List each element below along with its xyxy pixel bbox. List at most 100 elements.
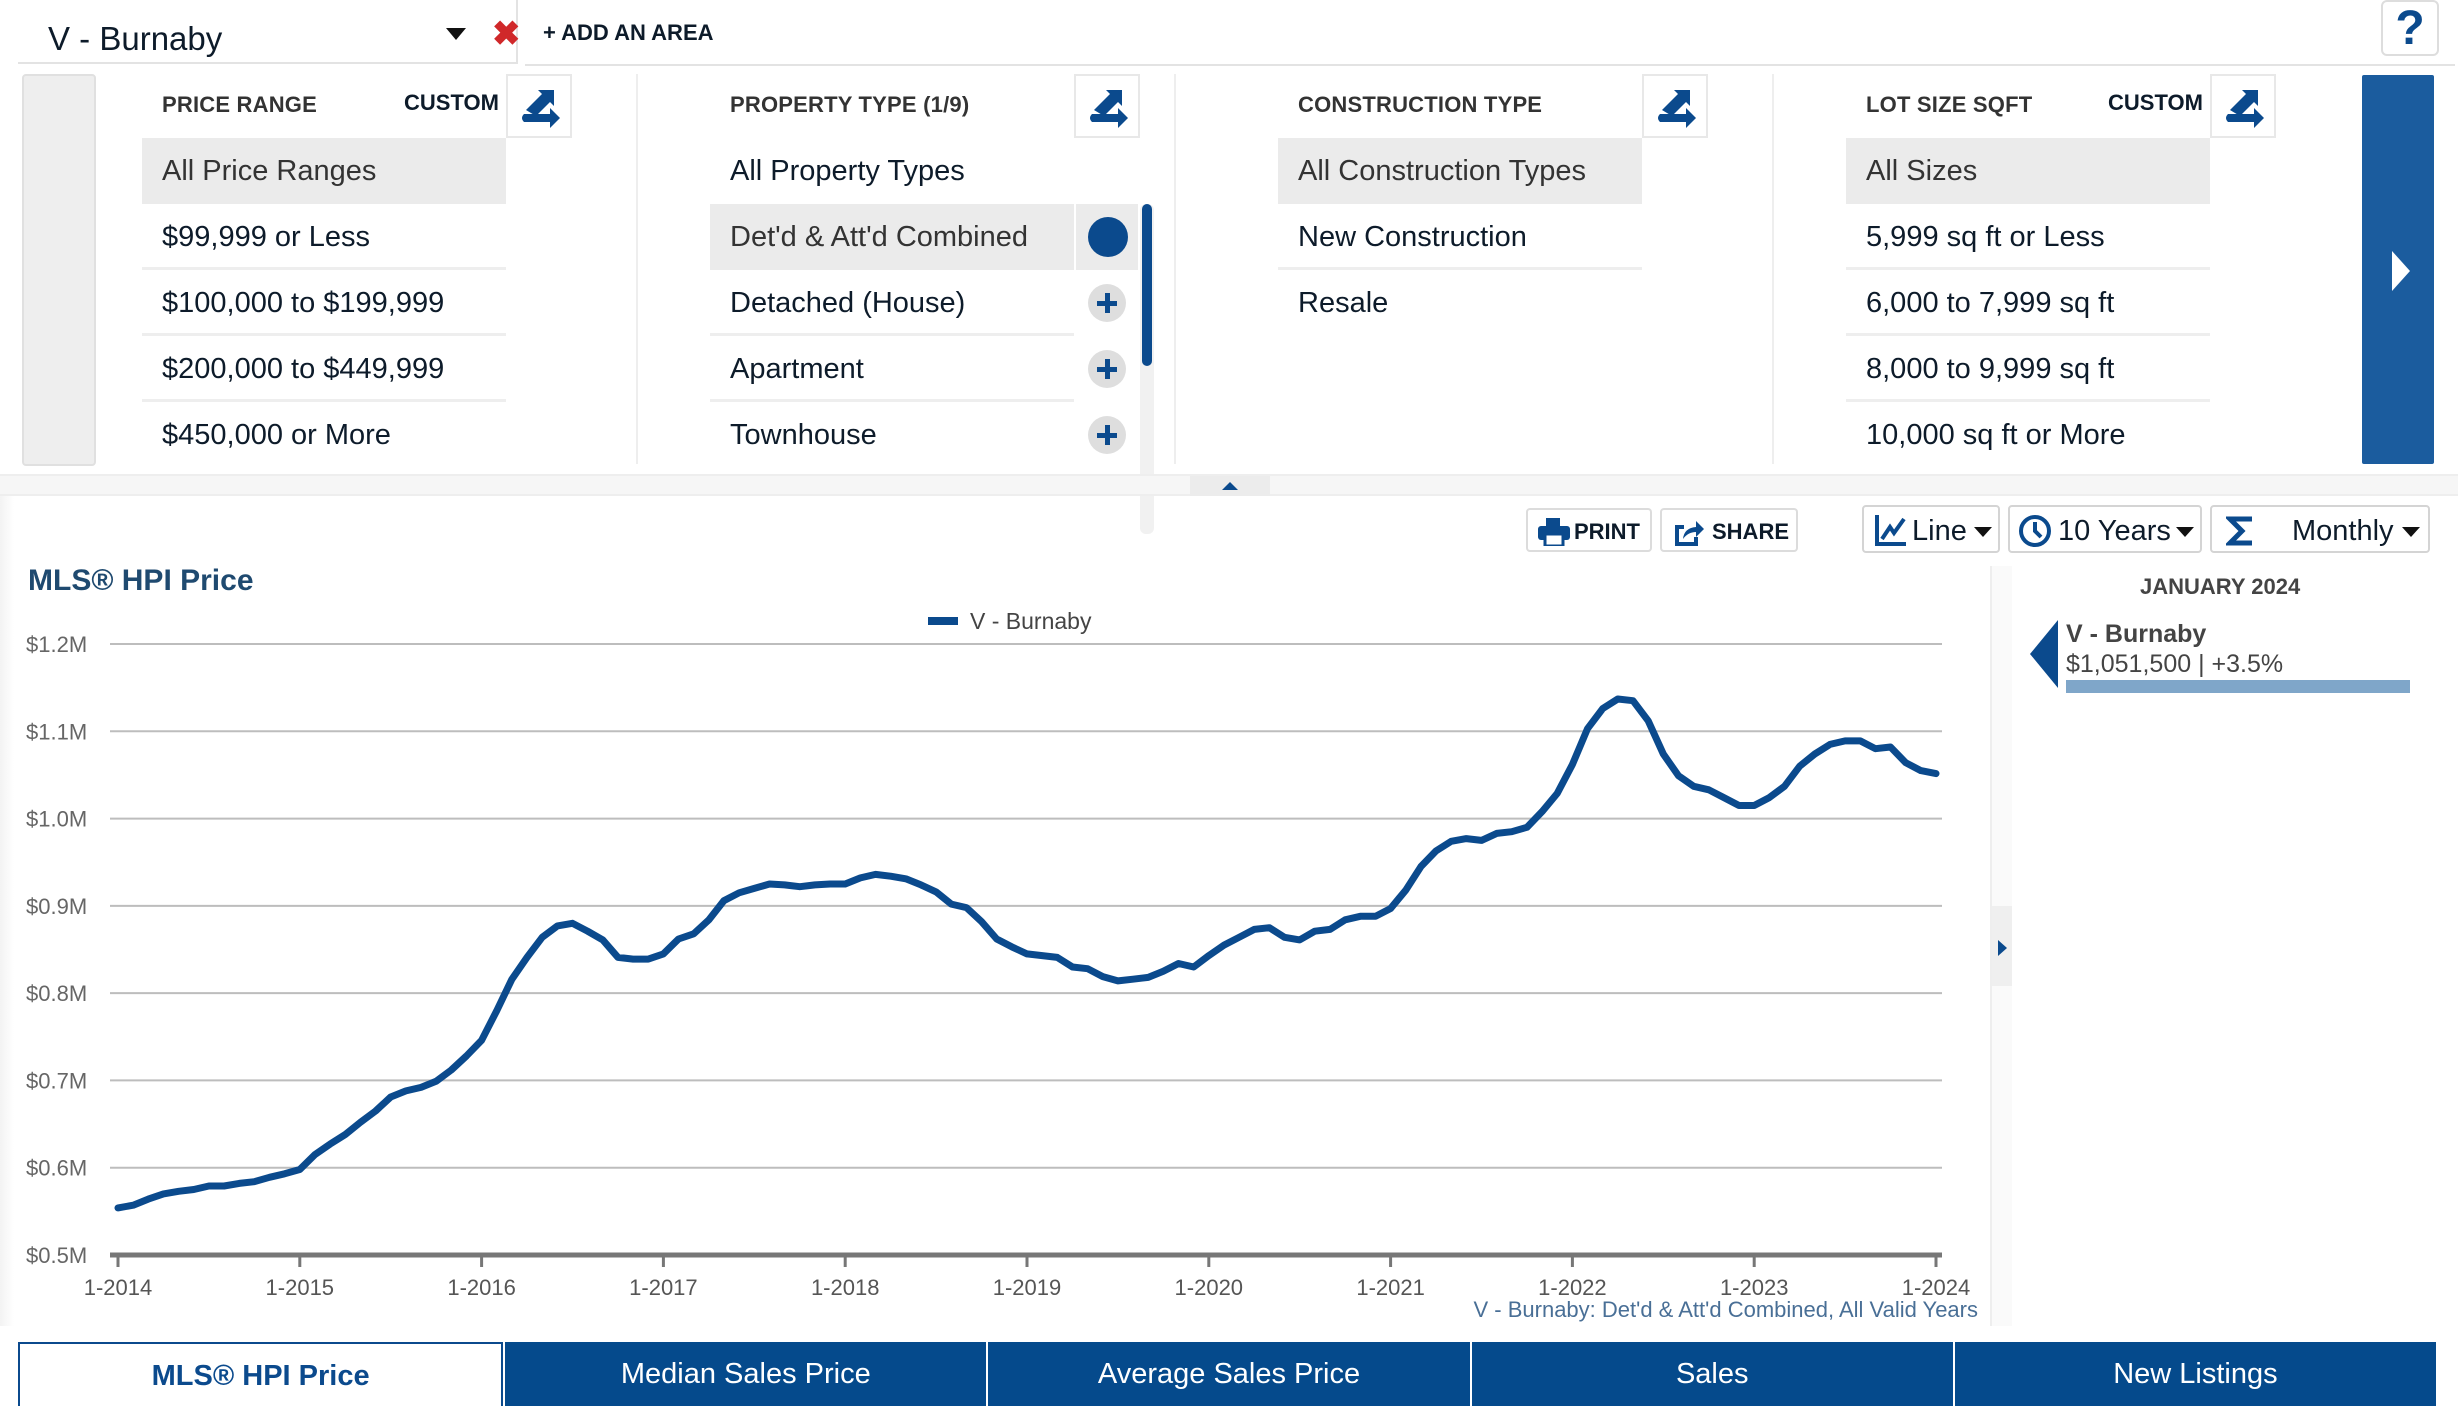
info-value: $1,051,500 | +3.5% bbox=[2066, 650, 2284, 678]
tab-mls-hpi-price[interactable]: MLS® HPI Price bbox=[18, 1342, 504, 1406]
filter-lot-size: LOT SIZE SQFT CUSTOM All Sizes 5,999 sq … bbox=[1846, 66, 2326, 466]
plus-icon[interactable] bbox=[1088, 284, 1126, 322]
x-tick-label: 1-2016 bbox=[447, 1275, 516, 1300]
legend-swatch bbox=[928, 617, 958, 625]
filter-prev-handle[interactable] bbox=[22, 74, 96, 466]
option-label: $100,000 to $199,999 bbox=[162, 287, 445, 319]
sort-order-button[interactable] bbox=[2210, 74, 2276, 138]
print-label: PRINT bbox=[1574, 519, 1640, 544]
filter-option[interactable]: $99,999 or Less bbox=[142, 204, 506, 270]
area-selector[interactable]: V - Burnaby ✖ bbox=[18, 0, 521, 64]
tab-median-sales-price[interactable]: Median Sales Price bbox=[503, 1342, 987, 1406]
x-tick-label: 1-2021 bbox=[1356, 1275, 1425, 1300]
pointer-icon bbox=[2030, 620, 2058, 688]
filter-option[interactable]: New Construction bbox=[1278, 204, 1642, 270]
x-tick-label: 1-2017 bbox=[629, 1275, 698, 1300]
add-area-label: + ADD AN AREA bbox=[543, 20, 714, 45]
info-panel-toggle[interactable] bbox=[1990, 566, 2012, 1326]
filter-option[interactable]: All Property Types bbox=[710, 138, 1074, 204]
filter-construction-type: CONSTRUCTION TYPE All Construction Types… bbox=[1278, 66, 1774, 466]
option-label: $200,000 to $449,999 bbox=[162, 353, 445, 385]
chevron-up-icon bbox=[1222, 482, 1238, 490]
filter-option-selected[interactable]: Det'd & Att'd Combined bbox=[710, 204, 1138, 270]
filter-option[interactable]: $200,000 to $449,999 bbox=[142, 336, 506, 402]
custom-lot-size-button[interactable]: CUSTOM bbox=[2108, 90, 2203, 116]
custom-price-button[interactable]: CUSTOM bbox=[404, 90, 499, 116]
help-button[interactable]: ? bbox=[2381, 0, 2439, 56]
share-button[interactable]: SHARE bbox=[1660, 508, 1798, 552]
option-label: All Property Types bbox=[730, 155, 965, 187]
option-label: 5,999 sq ft or Less bbox=[1866, 221, 2105, 253]
sort-order-button[interactable] bbox=[1074, 74, 1140, 138]
sort-order-button[interactable] bbox=[1642, 74, 1708, 138]
chevron-right-icon bbox=[2392, 251, 2410, 291]
metric-tabs: MLS® HPI Price Median Sales Price Averag… bbox=[18, 1342, 2437, 1406]
tab-new-listings[interactable]: New Listings bbox=[1952, 1342, 2437, 1406]
divider bbox=[1772, 74, 1774, 464]
filter-option[interactable]: All Price Ranges bbox=[142, 138, 506, 204]
series-line-v-burnaby[interactable] bbox=[114, 695, 1940, 1212]
option-label: New Construction bbox=[1298, 221, 1527, 253]
filter-options: All Construction Types New Construction … bbox=[1278, 138, 1642, 336]
y-tick-label: $0.7M bbox=[26, 1068, 87, 1093]
selected-dot-icon[interactable] bbox=[1088, 217, 1128, 257]
clock-icon bbox=[2019, 515, 2051, 547]
period-select[interactable]: 10 Years bbox=[2008, 505, 2202, 553]
chart-type-select[interactable]: Line bbox=[1862, 505, 2000, 553]
filter-options: All Sizes 5,999 sq ft or Less 6,000 to 7… bbox=[1846, 138, 2210, 468]
filter-option[interactable]: Apartment bbox=[710, 336, 1126, 402]
filter-option[interactable]: 8,000 to 9,999 sq ft bbox=[1846, 336, 2210, 402]
option-label: All Sizes bbox=[1866, 155, 1978, 187]
collapse-filters-button[interactable] bbox=[1190, 476, 1270, 496]
x-tick-label: 1-2019 bbox=[993, 1275, 1062, 1300]
scrollbar-thumb[interactable] bbox=[1142, 204, 1152, 366]
share-icon bbox=[1675, 521, 1704, 546]
swap-arrows-icon bbox=[1658, 90, 1696, 128]
top-bar: V - Burnaby ✖ + ADD AN AREA ? bbox=[0, 0, 2458, 66]
share-label: SHARE bbox=[1712, 519, 1790, 544]
chevron-down-icon[interactable] bbox=[446, 28, 466, 40]
tab-average-sales-price[interactable]: Average Sales Price bbox=[986, 1342, 1470, 1406]
grid-lines bbox=[110, 643, 1942, 1169]
line-chart-icon bbox=[1875, 515, 1906, 546]
filter-option[interactable]: All Sizes bbox=[1846, 138, 2210, 204]
y-tick-label: $0.5M bbox=[26, 1243, 87, 1268]
option-label: $450,000 or More bbox=[162, 419, 391, 451]
y-tick-label: $0.9M bbox=[26, 894, 87, 919]
tab-sales[interactable]: Sales bbox=[1469, 1342, 1953, 1406]
area-name: V - Burnaby bbox=[48, 20, 223, 57]
legend-label: V - Burnaby bbox=[970, 608, 1092, 634]
filter-option[interactable]: Townhouse bbox=[710, 402, 1126, 468]
option-label: All Price Ranges bbox=[162, 155, 377, 187]
period-value: 10 Years bbox=[2058, 515, 2171, 547]
chart-title: MLS® HPI Price bbox=[28, 564, 254, 597]
filter-option[interactable]: Resale bbox=[1278, 270, 1642, 336]
hpi-line-chart: $0.5M $0.6M $0.7M $0.8M $0.9M $1.0M $1.1M $1.2M… bbox=[26, 608, 1970, 1300]
interval-select[interactable]: Monthly bbox=[2210, 505, 2430, 553]
filter-option[interactable]: 5,999 sq ft or Less bbox=[1846, 204, 2210, 270]
filter-option[interactable]: 6,000 to 7,999 sq ft bbox=[1846, 270, 2210, 336]
remove-area-icon[interactable]: ✖ bbox=[492, 14, 521, 54]
plus-icon[interactable] bbox=[1088, 416, 1126, 454]
filter-option[interactable]: $100,000 to $199,999 bbox=[142, 270, 506, 336]
filter-option[interactable]: 10,000 sq ft or More bbox=[1846, 402, 2210, 468]
option-label: All Construction Types bbox=[1298, 155, 1586, 187]
sort-order-button[interactable] bbox=[506, 74, 572, 138]
filter-option[interactable]: All Construction Types bbox=[1278, 138, 1642, 204]
printer-icon bbox=[1538, 518, 1570, 546]
filter-title: PRICE RANGE bbox=[162, 92, 317, 117]
x-axis: 1-2014 1-2015 1-2016 1-2017 1-2018 1-2019 1-20… bbox=[84, 1252, 1970, 1300]
plus-icon[interactable] bbox=[1088, 350, 1126, 388]
option-label: 10,000 sq ft or More bbox=[1866, 419, 2126, 451]
filter-next-button[interactable] bbox=[2362, 75, 2434, 464]
print-button[interactable]: PRINT bbox=[1526, 508, 1652, 552]
y-tick-label: $0.6M bbox=[26, 1156, 87, 1181]
chart-caption: V - Burnaby: Det'd & Att'd Combined, All… bbox=[1473, 1297, 1979, 1322]
filter-option[interactable]: Detached (House) bbox=[710, 270, 1126, 336]
add-area-button[interactable]: + ADD AN AREA bbox=[525, 0, 2455, 66]
swap-arrows-icon bbox=[1090, 90, 1128, 128]
filter-option[interactable]: $450,000 or More bbox=[142, 402, 506, 468]
option-label: Det'd & Att'd Combined bbox=[730, 221, 1029, 253]
y-axis-labels: $0.5M $0.6M $0.7M $0.8M $0.9M $1.0M $1.1M $1.2M bbox=[26, 632, 87, 1268]
info-month: JANUARY 2024 bbox=[2140, 574, 2301, 599]
